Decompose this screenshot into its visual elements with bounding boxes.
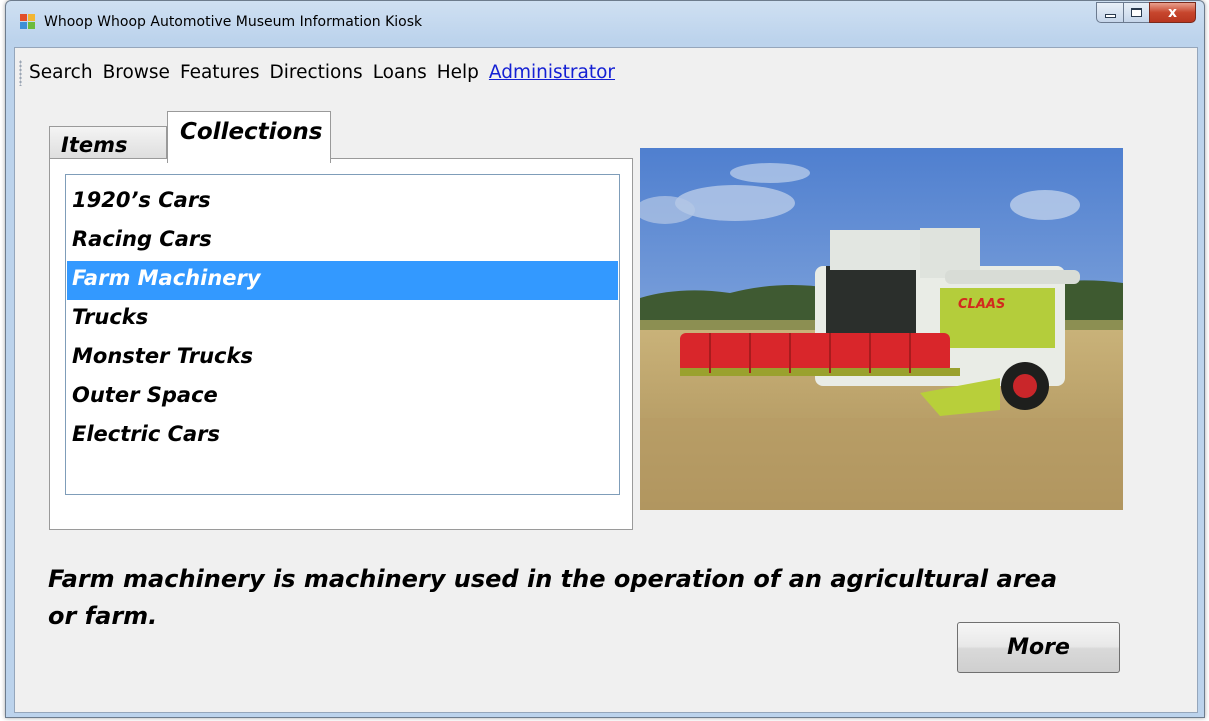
app-window-icon (20, 14, 36, 30)
collection-photo: CLAAS (640, 148, 1123, 510)
menu-grip-icon[interactable] (19, 60, 22, 86)
client-area: Search Browse Features Directions Loans … (14, 47, 1198, 713)
close-button[interactable]: x (1149, 2, 1196, 23)
list-item[interactable]: 1920’s Cars (67, 183, 618, 222)
menu-administrator[interactable]: Administrator (489, 60, 615, 85)
maximize-button[interactable] (1123, 2, 1149, 23)
minimize-button[interactable] (1096, 2, 1123, 23)
combine-harvester-photo: CLAAS (640, 148, 1123, 510)
brand-logo: CLAAS (958, 297, 1005, 312)
close-icon: x (1167, 4, 1178, 21)
list-item-selected[interactable]: Farm Machinery (67, 261, 618, 300)
menu-directions[interactable]: Directions (269, 60, 362, 85)
menu-items: Search Browse Features Directions Loans … (29, 60, 625, 85)
collection-description: Farm machinery is machinery used in the … (48, 565, 1058, 630)
collections-panel: 1920’s Cars Racing Cars Farm Machinery T… (49, 158, 633, 530)
window-controls: x (1096, 2, 1196, 24)
collections-listbox[interactable]: 1920’s Cars Racing Cars Farm Machinery T… (65, 174, 620, 495)
kiosk-window: Whoop Whoop Automotive Museum Informatio… (5, 0, 1205, 718)
list-item[interactable]: Trucks (67, 300, 618, 339)
menu-help[interactable]: Help (437, 60, 479, 85)
menu-browse[interactable]: Browse (103, 60, 170, 85)
window-title: Whoop Whoop Automotive Museum Informatio… (44, 14, 423, 30)
menu-bar: Search Browse Features Directions Loans … (15, 48, 1197, 98)
list-item[interactable]: Outer Space (67, 378, 618, 417)
list-item[interactable]: Monster Trucks (67, 339, 618, 378)
list-item[interactable]: Racing Cars (67, 222, 618, 261)
menu-features[interactable]: Features (180, 60, 260, 85)
title-bar[interactable]: Whoop Whoop Automotive Museum Informatio… (6, 1, 1204, 45)
minimize-icon (1104, 13, 1116, 18)
tab-collections[interactable]: Collections (167, 111, 331, 163)
list-item[interactable]: Electric Cars (67, 417, 618, 456)
maximize-icon (1131, 8, 1142, 17)
menu-loans[interactable]: Loans (373, 60, 427, 85)
more-button[interactable]: More (957, 622, 1120, 673)
tab-items[interactable]: Items (49, 126, 167, 161)
menu-search[interactable]: Search (29, 60, 93, 85)
